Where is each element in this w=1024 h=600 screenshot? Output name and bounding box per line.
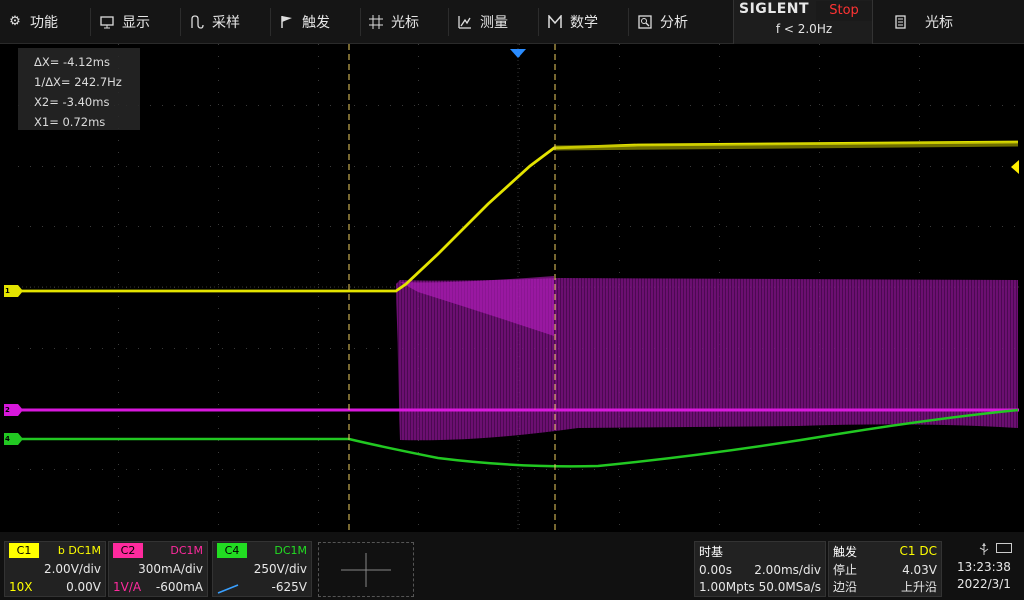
- menu-math-label: 数学: [570, 15, 598, 31]
- gear-icon: ⚙: [9, 14, 21, 29]
- trigger-frequency: f < 2.0Hz: [775, 22, 833, 36]
- usb-icon: [978, 542, 990, 559]
- c1-channel-box[interactable]: C1 b DC1M 2.00V/div 10X 0.00V: [4, 541, 106, 597]
- crosshair-icon: [369, 15, 383, 29]
- trigger-title: 触发: [833, 545, 858, 559]
- c1-offset: 0.00V: [66, 580, 101, 594]
- menu-divider: [448, 8, 449, 36]
- c2-channel-box[interactable]: C2 DC1M 300mA/div 1V/A -600mA: [108, 541, 208, 597]
- menu-function-label: 功能: [30, 15, 58, 31]
- menu-bar: ⚙ 功能 显示 采样 触发 光标 测量 数学 分析 SIGLENT Stop f…: [0, 0, 1024, 44]
- clock-date: 2022/3/1: [957, 577, 1011, 591]
- flag-icon: [280, 15, 294, 29]
- waveform-display[interactable]: ΔX= -4.12ms 1/ΔX= 242.7Hz X2= -3.40ms X1…: [18, 44, 1019, 530]
- measure-icon: [458, 15, 472, 29]
- brand-status-panel: SIGLENT Stop f < 2.0Hz: [733, 0, 873, 44]
- clock-panel: 13:23:38 2022/3/1: [944, 541, 1024, 597]
- menu-cursor-label: 光标: [391, 15, 419, 31]
- trigger-source: C1 DC: [899, 544, 937, 558]
- menu-display[interactable]: 显示: [100, 0, 150, 44]
- menu-acquire-label: 采样: [212, 15, 240, 31]
- menu-divider: [270, 8, 271, 36]
- battery-icon: [996, 543, 1012, 553]
- c1-coupling: b DC1M: [57, 544, 101, 557]
- clock-time: 13:23:38: [957, 560, 1011, 574]
- menu-divider: [360, 8, 361, 36]
- c2-offset: -600mA: [155, 580, 203, 594]
- menu-acquire[interactable]: 采样: [190, 0, 240, 44]
- menu-trigger[interactable]: 触发: [280, 0, 330, 44]
- sample-rate: 50.0MSa/s: [758, 580, 821, 594]
- waveform-canvas: [18, 44, 1019, 530]
- menu-function[interactable]: ⚙ 功能: [8, 0, 58, 44]
- add-channel-box[interactable]: [318, 542, 414, 597]
- inverse-delta-x-readout: 1/ΔX= 242.7Hz: [34, 75, 122, 89]
- c2-offset-marker[interactable]: 2: [4, 404, 23, 416]
- acquire-icon: [190, 15, 204, 29]
- menu-display-label: 显示: [122, 15, 150, 31]
- c2-tag: C2: [113, 543, 143, 558]
- c2-probe: 1V/A: [113, 580, 142, 594]
- cursor-shortcut[interactable]: 光标: [893, 0, 953, 44]
- run-stop-indicator[interactable]: Stop: [816, 1, 872, 21]
- c4-channel-box[interactable]: C4 DC1M 250V/div -625V: [212, 541, 312, 597]
- cursor-readout: ΔX= -4.12ms 1/ΔX= 242.7Hz X2= -3.40ms X1…: [18, 48, 140, 130]
- trigger-panel[interactable]: 触发 C1 DC 停止 4.03V 边沿 上升沿: [828, 541, 942, 597]
- timebase-scale: 2.00ms/div: [754, 563, 821, 577]
- trigger-level-marker[interactable]: [1011, 160, 1019, 174]
- menu-cursor[interactable]: 光标: [369, 0, 419, 44]
- trigger-slope: 上升沿: [900, 580, 937, 594]
- c4-scale: 250V/div: [253, 562, 307, 576]
- menu-divider: [538, 8, 539, 36]
- monitor-icon: [100, 15, 114, 29]
- analyze-icon: [638, 15, 652, 29]
- menu-measure[interactable]: 测量: [458, 0, 508, 44]
- timebase-title: 时基: [699, 545, 724, 559]
- menu-divider: [180, 8, 181, 36]
- siglent-logo: SIGLENT: [739, 1, 810, 17]
- c4-tag: C4: [217, 543, 247, 558]
- plus-icon: [341, 553, 391, 587]
- c4-offset-marker[interactable]: 4: [4, 433, 23, 445]
- menu-measure-label: 测量: [480, 15, 508, 31]
- delta-x-readout: ΔX= -4.12ms: [34, 55, 110, 69]
- document-icon: [893, 15, 907, 29]
- timebase-panel[interactable]: 时基 0.00s 2.00ms/div 1.00Mpts 50.0MSa/s: [694, 541, 826, 597]
- menu-analyze-label: 分析: [660, 15, 688, 31]
- memory-depth: 1.00Mpts: [699, 580, 755, 594]
- c4-probe-icon: [217, 582, 239, 599]
- trigger-type: 边沿: [833, 580, 858, 594]
- menu-analyze[interactable]: 分析: [638, 0, 688, 44]
- trigger-level: 4.03V: [902, 563, 937, 577]
- menu-math[interactable]: 数学: [548, 0, 598, 44]
- c2-scale: 300mA/div: [138, 562, 203, 576]
- c4-coupling: DC1M: [274, 544, 307, 557]
- menu-trigger-label: 触发: [302, 15, 330, 31]
- c2-coupling: DC1M: [170, 544, 203, 557]
- menu-divider: [90, 8, 91, 36]
- c1-scale: 2.00V/div: [43, 562, 101, 576]
- trigger-position-marker[interactable]: [510, 49, 526, 58]
- c1-probe: 10X: [9, 580, 33, 594]
- cursor-shortcut-label: 光标: [925, 15, 953, 31]
- x1-readout: X1= 0.72ms: [34, 115, 106, 129]
- c1-tag: C1: [9, 543, 39, 558]
- menu-divider: [628, 8, 629, 36]
- math-icon: [548, 13, 562, 29]
- timebase-delay: 0.00s: [699, 563, 732, 577]
- trigger-mode: 停止: [833, 563, 858, 577]
- c1-offset-marker[interactable]: 1: [4, 285, 23, 297]
- status-bar: C1 b DC1M 2.00V/div 10X 0.00V C2 DC1M 300…: [0, 532, 1024, 600]
- x2-readout: X2= -3.40ms: [34, 95, 110, 109]
- c4-offset: -625V: [271, 580, 307, 594]
